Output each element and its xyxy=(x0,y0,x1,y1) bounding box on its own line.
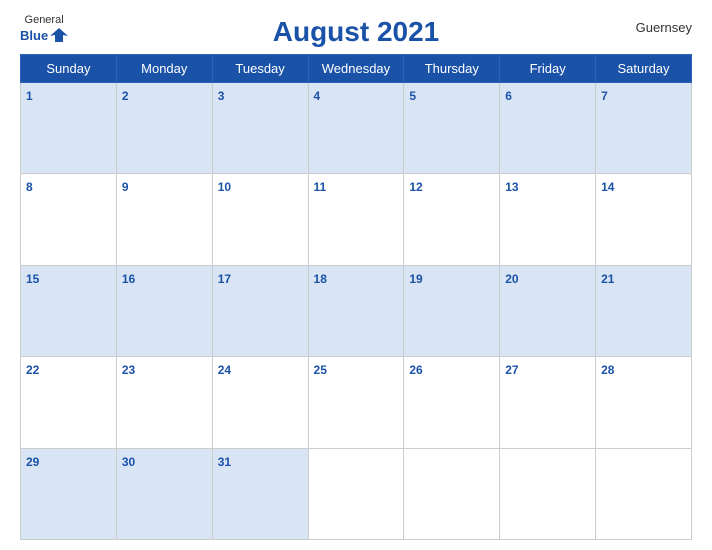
day-20: 20 xyxy=(500,265,596,356)
logo-general: General xyxy=(25,14,64,26)
weekday-header-row: Sunday Monday Tuesday Wednesday Thursday… xyxy=(21,55,692,83)
month-title: August 2021 xyxy=(273,16,440,48)
week-row-4: 22 23 24 25 26 27 28 xyxy=(21,357,692,448)
header-tuesday: Tuesday xyxy=(212,55,308,83)
day-24: 24 xyxy=(212,357,308,448)
day-22: 22 xyxy=(21,357,117,448)
day-2: 2 xyxy=(116,83,212,174)
day-empty-4 xyxy=(596,448,692,539)
day-17: 17 xyxy=(212,265,308,356)
day-21: 21 xyxy=(596,265,692,356)
day-3: 3 xyxy=(212,83,308,174)
day-19: 19 xyxy=(404,265,500,356)
day-27: 27 xyxy=(500,357,596,448)
day-empty-1 xyxy=(308,448,404,539)
day-30: 30 xyxy=(116,448,212,539)
day-12: 12 xyxy=(404,174,500,265)
calendar-table: Sunday Monday Tuesday Wednesday Thursday… xyxy=(20,54,692,540)
day-26: 26 xyxy=(404,357,500,448)
header-saturday: Saturday xyxy=(596,55,692,83)
day-empty-2 xyxy=(404,448,500,539)
header-friday: Friday xyxy=(500,55,596,83)
day-7: 7 xyxy=(596,83,692,174)
day-6: 6 xyxy=(500,83,596,174)
calendar-header: General Blue August 2021 Guernsey xyxy=(20,10,692,48)
day-5: 5 xyxy=(404,83,500,174)
week-row-2: 8 9 10 11 12 13 14 xyxy=(21,174,692,265)
day-9: 9 xyxy=(116,174,212,265)
header-wednesday: Wednesday xyxy=(308,55,404,83)
logo: General Blue xyxy=(20,14,68,44)
day-10: 10 xyxy=(212,174,308,265)
day-1: 1 xyxy=(21,83,117,174)
header-sunday: Sunday xyxy=(21,55,117,83)
day-8: 8 xyxy=(21,174,117,265)
day-13: 13 xyxy=(500,174,596,265)
day-18: 18 xyxy=(308,265,404,356)
day-11: 11 xyxy=(308,174,404,265)
header-thursday: Thursday xyxy=(404,55,500,83)
day-25: 25 xyxy=(308,357,404,448)
day-empty-3 xyxy=(500,448,596,539)
day-23: 23 xyxy=(116,357,212,448)
week-row-5: 29 30 31 xyxy=(21,448,692,539)
week-row-1: 1 2 3 4 5 6 7 xyxy=(21,83,692,174)
day-16: 16 xyxy=(116,265,212,356)
day-31: 31 xyxy=(212,448,308,539)
day-15: 15 xyxy=(21,265,117,356)
logo-bird-icon xyxy=(50,26,68,44)
header-monday: Monday xyxy=(116,55,212,83)
day-28: 28 xyxy=(596,357,692,448)
day-14: 14 xyxy=(596,174,692,265)
day-4: 4 xyxy=(308,83,404,174)
day-29: 29 xyxy=(21,448,117,539)
logo-blue: Blue xyxy=(20,28,48,43)
country-label: Guernsey xyxy=(636,20,692,35)
week-row-3: 15 16 17 18 19 20 21 xyxy=(21,265,692,356)
